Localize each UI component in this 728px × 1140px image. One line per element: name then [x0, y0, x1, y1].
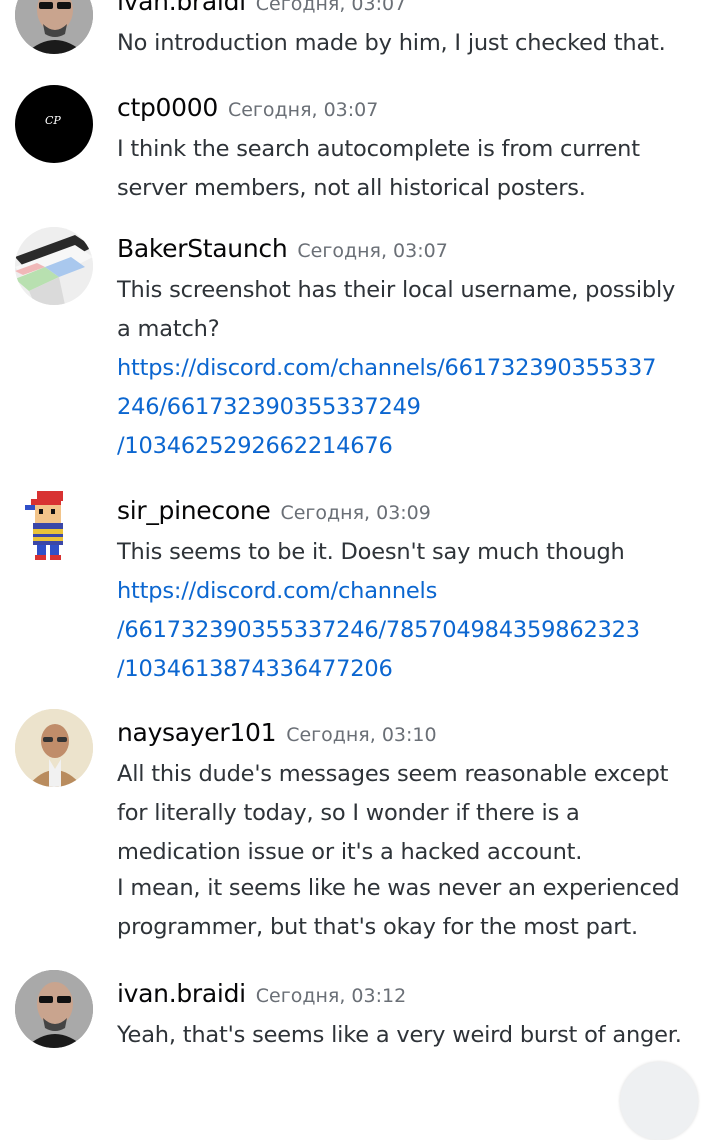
- message-link[interactable]: https://discord.com/channels: [117, 572, 720, 611]
- message-header: naysayer101 Сегодня, 03:10: [117, 717, 720, 749]
- message-text: All this dude's messages seem reasonable…: [117, 761, 669, 787]
- timestamp: Сегодня, 03:07: [227, 99, 379, 121]
- timestamp: Сегодня, 03:07: [255, 0, 407, 15]
- message-link[interactable]: /1034613874336477206: [117, 650, 720, 689]
- message-header: ivan.braidi Сегодня, 03:12: [117, 978, 720, 1010]
- message-header: ivan.braidi Сегодня, 03:07: [117, 0, 720, 18]
- message-link[interactable]: /1034625292662214676: [117, 427, 720, 466]
- message-text: No introduction made by him, I just chec…: [117, 30, 666, 56]
- avatar-bakerstaunch[interactable]: [15, 227, 93, 305]
- avatar-sir-pinecone[interactable]: [15, 489, 93, 567]
- scroll-to-bottom-button[interactable]: [620, 1062, 698, 1140]
- timestamp: Сегодня, 03:07: [297, 240, 448, 262]
- timestamp: Сегодня, 03:10: [286, 724, 437, 746]
- username[interactable]: ivan.braidi: [117, 979, 246, 1008]
- message-header: ctp0000 Сегодня, 03:07: [117, 92, 720, 124]
- message-text: I think the search autocomplete is from …: [117, 136, 640, 162]
- message-text: programmer, but that's okay for the most…: [117, 914, 638, 940]
- message-link[interactable]: https://discord.com/channels/66173239035…: [117, 349, 720, 388]
- message-text: This screenshot has their local username…: [117, 277, 676, 303]
- message-text: medication issue or it's a hacked accoun…: [117, 839, 583, 865]
- avatar-signature: CP: [45, 114, 61, 127]
- avatar-ivan-braidi[interactable]: [15, 970, 93, 1048]
- message-link[interactable]: /661732390355337246/785704984359862323: [117, 611, 720, 650]
- timestamp: Сегодня, 03:12: [255, 985, 407, 1007]
- message-text: server members, not all historical poste…: [117, 175, 586, 201]
- username[interactable]: BakerStaunch: [117, 234, 288, 263]
- avatar-ctp0000[interactable]: CP: [15, 85, 93, 163]
- username[interactable]: ctp0000: [117, 93, 218, 122]
- message-text: This seems to be it. Doesn't say much th…: [117, 539, 625, 565]
- username[interactable]: naysayer101: [117, 718, 276, 747]
- username[interactable]: sir_pinecone: [117, 496, 271, 525]
- avatar-ivan-braidi[interactable]: [15, 0, 93, 54]
- timestamp: Сегодня, 03:09: [280, 502, 431, 524]
- avatar-naysayer101[interactable]: [15, 709, 93, 787]
- message-header: sir_pinecone Сегодня, 03:09: [117, 495, 720, 527]
- message-text: for literally today, so I wonder if ther…: [117, 800, 580, 826]
- message-link[interactable]: 246/661732390355337249: [117, 388, 720, 427]
- message-text: Yeah, that's seems like a very weird bur…: [117, 1022, 682, 1048]
- username[interactable]: ivan.braidi: [117, 0, 246, 16]
- message-text: I mean, it seems like he was never an ex…: [117, 875, 680, 901]
- message-header: BakerStaunch Сегодня, 03:07: [117, 233, 720, 265]
- message-text: a match?: [117, 316, 220, 342]
